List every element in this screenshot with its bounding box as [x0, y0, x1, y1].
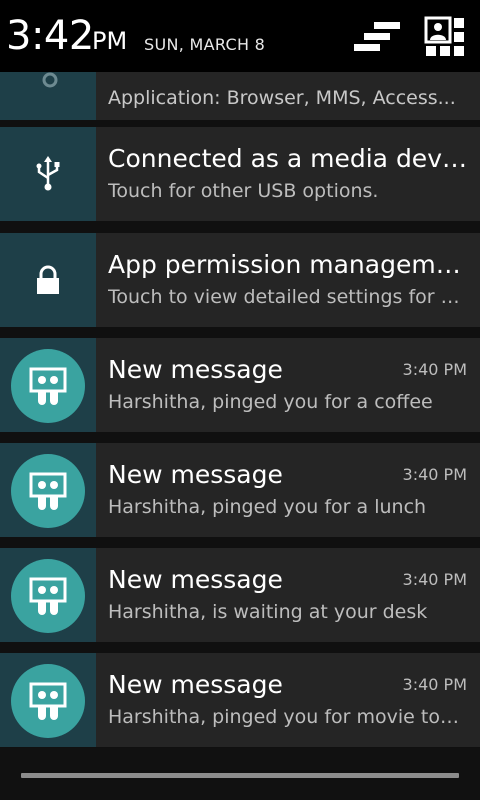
notification-title: App permission manageme... — [108, 250, 468, 279]
notification-title: New message — [108, 565, 283, 594]
usb-icon — [36, 156, 60, 191]
notification-item-message[interactable]: New message 3:40 PM Harshitha, pinged yo… — [0, 443, 480, 537]
notification-item-usb[interactable]: Connected as a media device Touch for ot… — [0, 127, 480, 221]
notification-time: 3:40 PM — [402, 675, 467, 694]
chat-app-icon — [29, 472, 67, 510]
shade-bottom — [0, 748, 480, 800]
notification-text: Harshitha, pinged you for a coffee — [108, 391, 433, 413]
app-icon-circle — [11, 454, 85, 528]
notification-text: Harshitha, pinged you for movie toni... — [108, 706, 468, 728]
quick-settings-icon — [424, 16, 464, 56]
notification-icon-box — [0, 233, 96, 327]
quick-settings-button[interactable] — [424, 16, 466, 58]
notification-shade: 3:42 PM SUN, MARCH 8 Application: Browse… — [0, 0, 480, 800]
app-icon-circle — [11, 664, 85, 738]
notification-time: 3:40 PM — [402, 465, 467, 484]
notification-text: Touch to view detailed settings for a... — [108, 286, 468, 308]
lock-icon — [37, 265, 59, 294]
notification-time: 3:40 PM — [402, 570, 467, 589]
notification-icon-box — [0, 443, 96, 537]
notification-icon-box — [0, 127, 96, 221]
notification-title: New message — [108, 355, 283, 384]
notification-text: Application: Browser, MMS, Access... — [108, 87, 456, 109]
clock-date: SUN, MARCH 8 — [144, 35, 266, 54]
chat-app-icon — [29, 367, 67, 405]
notification-title: New message — [108, 670, 283, 699]
notification-title: Connected as a media device — [108, 144, 468, 173]
notification-icon-box — [0, 653, 96, 747]
drag-handle[interactable] — [21, 773, 459, 778]
notification-item-message[interactable]: New message 3:40 PM Harshitha, is waitin… — [0, 548, 480, 642]
notification-text: Touch for other USB options. — [108, 180, 379, 202]
app-icon-circle — [11, 559, 85, 633]
notification-item-message[interactable]: New message 3:40 PM Harshitha, pinged yo… — [0, 653, 480, 747]
notification-icon-box — [0, 548, 96, 642]
notification-time: 3:40 PM — [402, 360, 467, 379]
clear-all-icon — [354, 22, 400, 51]
notification-text: Harshitha, pinged you for a lunch — [108, 496, 427, 518]
chat-app-icon — [29, 577, 67, 615]
clock-time: 3:42 — [6, 13, 94, 59]
notification-title: New message — [108, 460, 283, 489]
chat-app-icon — [29, 682, 67, 720]
notification-item-permission[interactable]: App permission manageme... Touch to view… — [0, 233, 480, 327]
notification-item-message[interactable]: New message 3:40 PM Harshitha, pinged yo… — [0, 338, 480, 432]
notification-icon-box — [0, 338, 96, 432]
clear-all-button[interactable] — [352, 18, 404, 58]
app-icon-circle — [11, 349, 85, 423]
clock-ampm: PM — [92, 27, 128, 55]
notification-text: Harshitha, is waiting at your desk — [108, 601, 428, 623]
shade-header: 3:42 PM SUN, MARCH 8 — [0, 0, 480, 72]
